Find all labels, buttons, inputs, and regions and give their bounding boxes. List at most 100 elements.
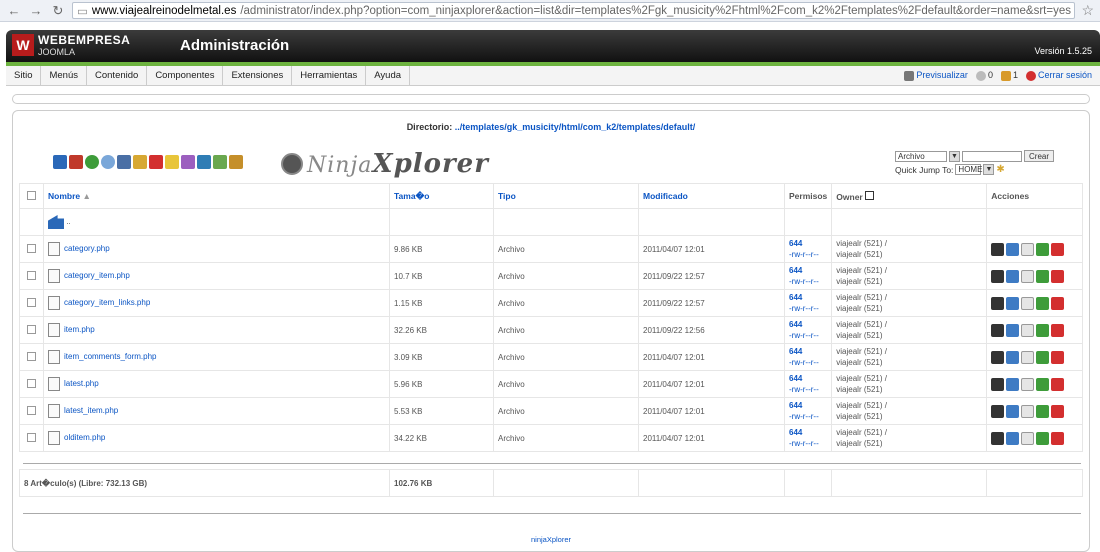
edit-icon[interactable] [1006,269,1020,283]
view-icon[interactable] [1021,269,1035,283]
menu-contenido[interactable]: Contenido [87,66,148,85]
admin-icon[interactable] [197,155,211,169]
perm-link[interactable]: 644 [789,427,827,438]
quick-jump-select[interactable]: HOME [955,164,982,175]
edit-icon[interactable] [1006,431,1020,445]
row-checkbox[interactable] [27,405,36,415]
address-bar[interactable]: ▭ www.viajealreinodelmetal.es/administra… [72,2,1076,19]
perm-link[interactable]: 644 [789,265,827,276]
parent-dir-link[interactable]: .. [43,208,390,236]
perm-link[interactable]: 644 [789,238,827,249]
delete-icon[interactable] [1051,269,1065,283]
forward-icon[interactable]: → [28,3,44,19]
reload-icon[interactable]: ↻ [50,3,66,19]
perm-link[interactable]: 644 [789,400,827,411]
edit-icon[interactable] [1006,242,1020,256]
file-name-link[interactable]: category.php [64,244,110,253]
delete-icon[interactable] [1051,296,1065,310]
file-name-link[interactable]: latest.php [64,379,99,388]
menu-componentes[interactable]: Componentes [147,66,224,85]
file-name-link[interactable]: item.php [64,325,95,334]
rename-icon[interactable] [991,377,1005,391]
perm-link[interactable]: 644 [789,373,827,384]
view-icon[interactable] [1021,242,1035,256]
modified-header[interactable]: Modificado [638,183,785,209]
download-icon[interactable] [1036,323,1050,337]
upload-icon[interactable] [165,155,179,169]
go-icon[interactable]: ✱ [996,164,1004,175]
row-checkbox[interactable] [27,243,36,253]
view-icon[interactable] [1021,323,1035,337]
owner-toggle-icon[interactable] [865,190,875,200]
delete-icon[interactable] [1051,431,1065,445]
menu-ayuda[interactable]: Ayuda [366,66,411,85]
download-icon[interactable] [1036,269,1050,283]
settings-icon[interactable] [229,155,243,169]
delete-icon[interactable] [1051,377,1065,391]
view-icon[interactable] [1021,377,1035,391]
edit-icon[interactable] [1006,350,1020,364]
row-checkbox[interactable] [27,324,36,334]
edit-icon[interactable] [1006,404,1020,418]
perm-link[interactable]: 644 [789,346,827,357]
menu-menus[interactable]: Menús [41,66,87,85]
file-name-link[interactable]: item_comments_form.php [64,352,156,361]
menu-sitio[interactable]: Sitio [6,66,42,85]
create-name-input[interactable] [962,150,1022,162]
view-icon[interactable] [1021,404,1035,418]
back-icon[interactable]: ← [6,3,22,19]
file-name-link[interactable]: latest_item.php [64,406,118,415]
file-name-link[interactable]: category_item_links.php [64,298,150,307]
bookmark-star-icon[interactable]: ☆ [1081,2,1094,19]
rename-icon[interactable] [991,323,1005,337]
rename-icon[interactable] [991,431,1005,445]
download-icon[interactable] [1036,242,1050,256]
size-header[interactable]: Tama�o [389,183,494,209]
row-checkbox[interactable] [27,378,36,388]
file-name-link[interactable]: category_item.php [64,271,130,280]
move-icon[interactable] [133,155,147,169]
file-name-link[interactable]: olditem.php [64,433,105,442]
delete-icon[interactable] [1051,404,1065,418]
view-icon[interactable] [1021,431,1035,445]
ninjaxplorer-footer-link[interactable]: ninjaXplorer [13,535,1089,544]
download-icon[interactable] [1036,431,1050,445]
messages-link[interactable]: 0 [975,70,993,81]
select-all-checkbox[interactable] [27,190,36,200]
create-button[interactable]: Crear [1024,150,1055,162]
row-checkbox[interactable] [27,297,36,307]
directory-path-link[interactable]: ../templates/gk_musicity/html/com_k2/tem… [455,122,696,132]
edit-icon[interactable] [1006,296,1020,310]
perm-link[interactable]: 644 [789,292,827,303]
download-icon[interactable] [1036,296,1050,310]
edit-icon[interactable] [1006,377,1020,391]
view-icon[interactable] [1021,350,1035,364]
reload-icon[interactable] [85,155,99,169]
rename-icon[interactable] [991,404,1005,418]
row-checkbox[interactable] [27,270,36,280]
archive-icon[interactable] [181,155,195,169]
row-checkbox[interactable] [27,432,36,442]
preview-link[interactable]: Previsualizar [904,70,968,81]
delete-icon[interactable] [149,155,163,169]
rename-icon[interactable] [991,350,1005,364]
perm-link[interactable]: 644 [789,319,827,330]
name-header[interactable]: Nombre ▲ [43,183,390,209]
rename-icon[interactable] [991,269,1005,283]
create-type-select[interactable]: Archivo [895,150,947,162]
download-icon[interactable] [1036,404,1050,418]
download-icon[interactable] [1036,377,1050,391]
row-checkbox[interactable] [27,351,36,361]
edit-icon[interactable] [1006,323,1020,337]
menu-herramientas[interactable]: Herramientas [292,66,367,85]
delete-icon[interactable] [1051,350,1065,364]
chevron-down-icon[interactable]: ▼ [949,150,960,162]
delete-icon[interactable] [1051,242,1065,256]
copy-icon[interactable] [117,155,131,169]
users-link[interactable]: 1 [1000,70,1018,81]
type-header[interactable]: Tipo [493,183,639,209]
up-dir-icon[interactable] [53,155,67,169]
search-icon[interactable] [101,155,115,169]
logout-link[interactable]: Cerrar sesión [1025,70,1092,81]
download-icon[interactable] [1036,350,1050,364]
